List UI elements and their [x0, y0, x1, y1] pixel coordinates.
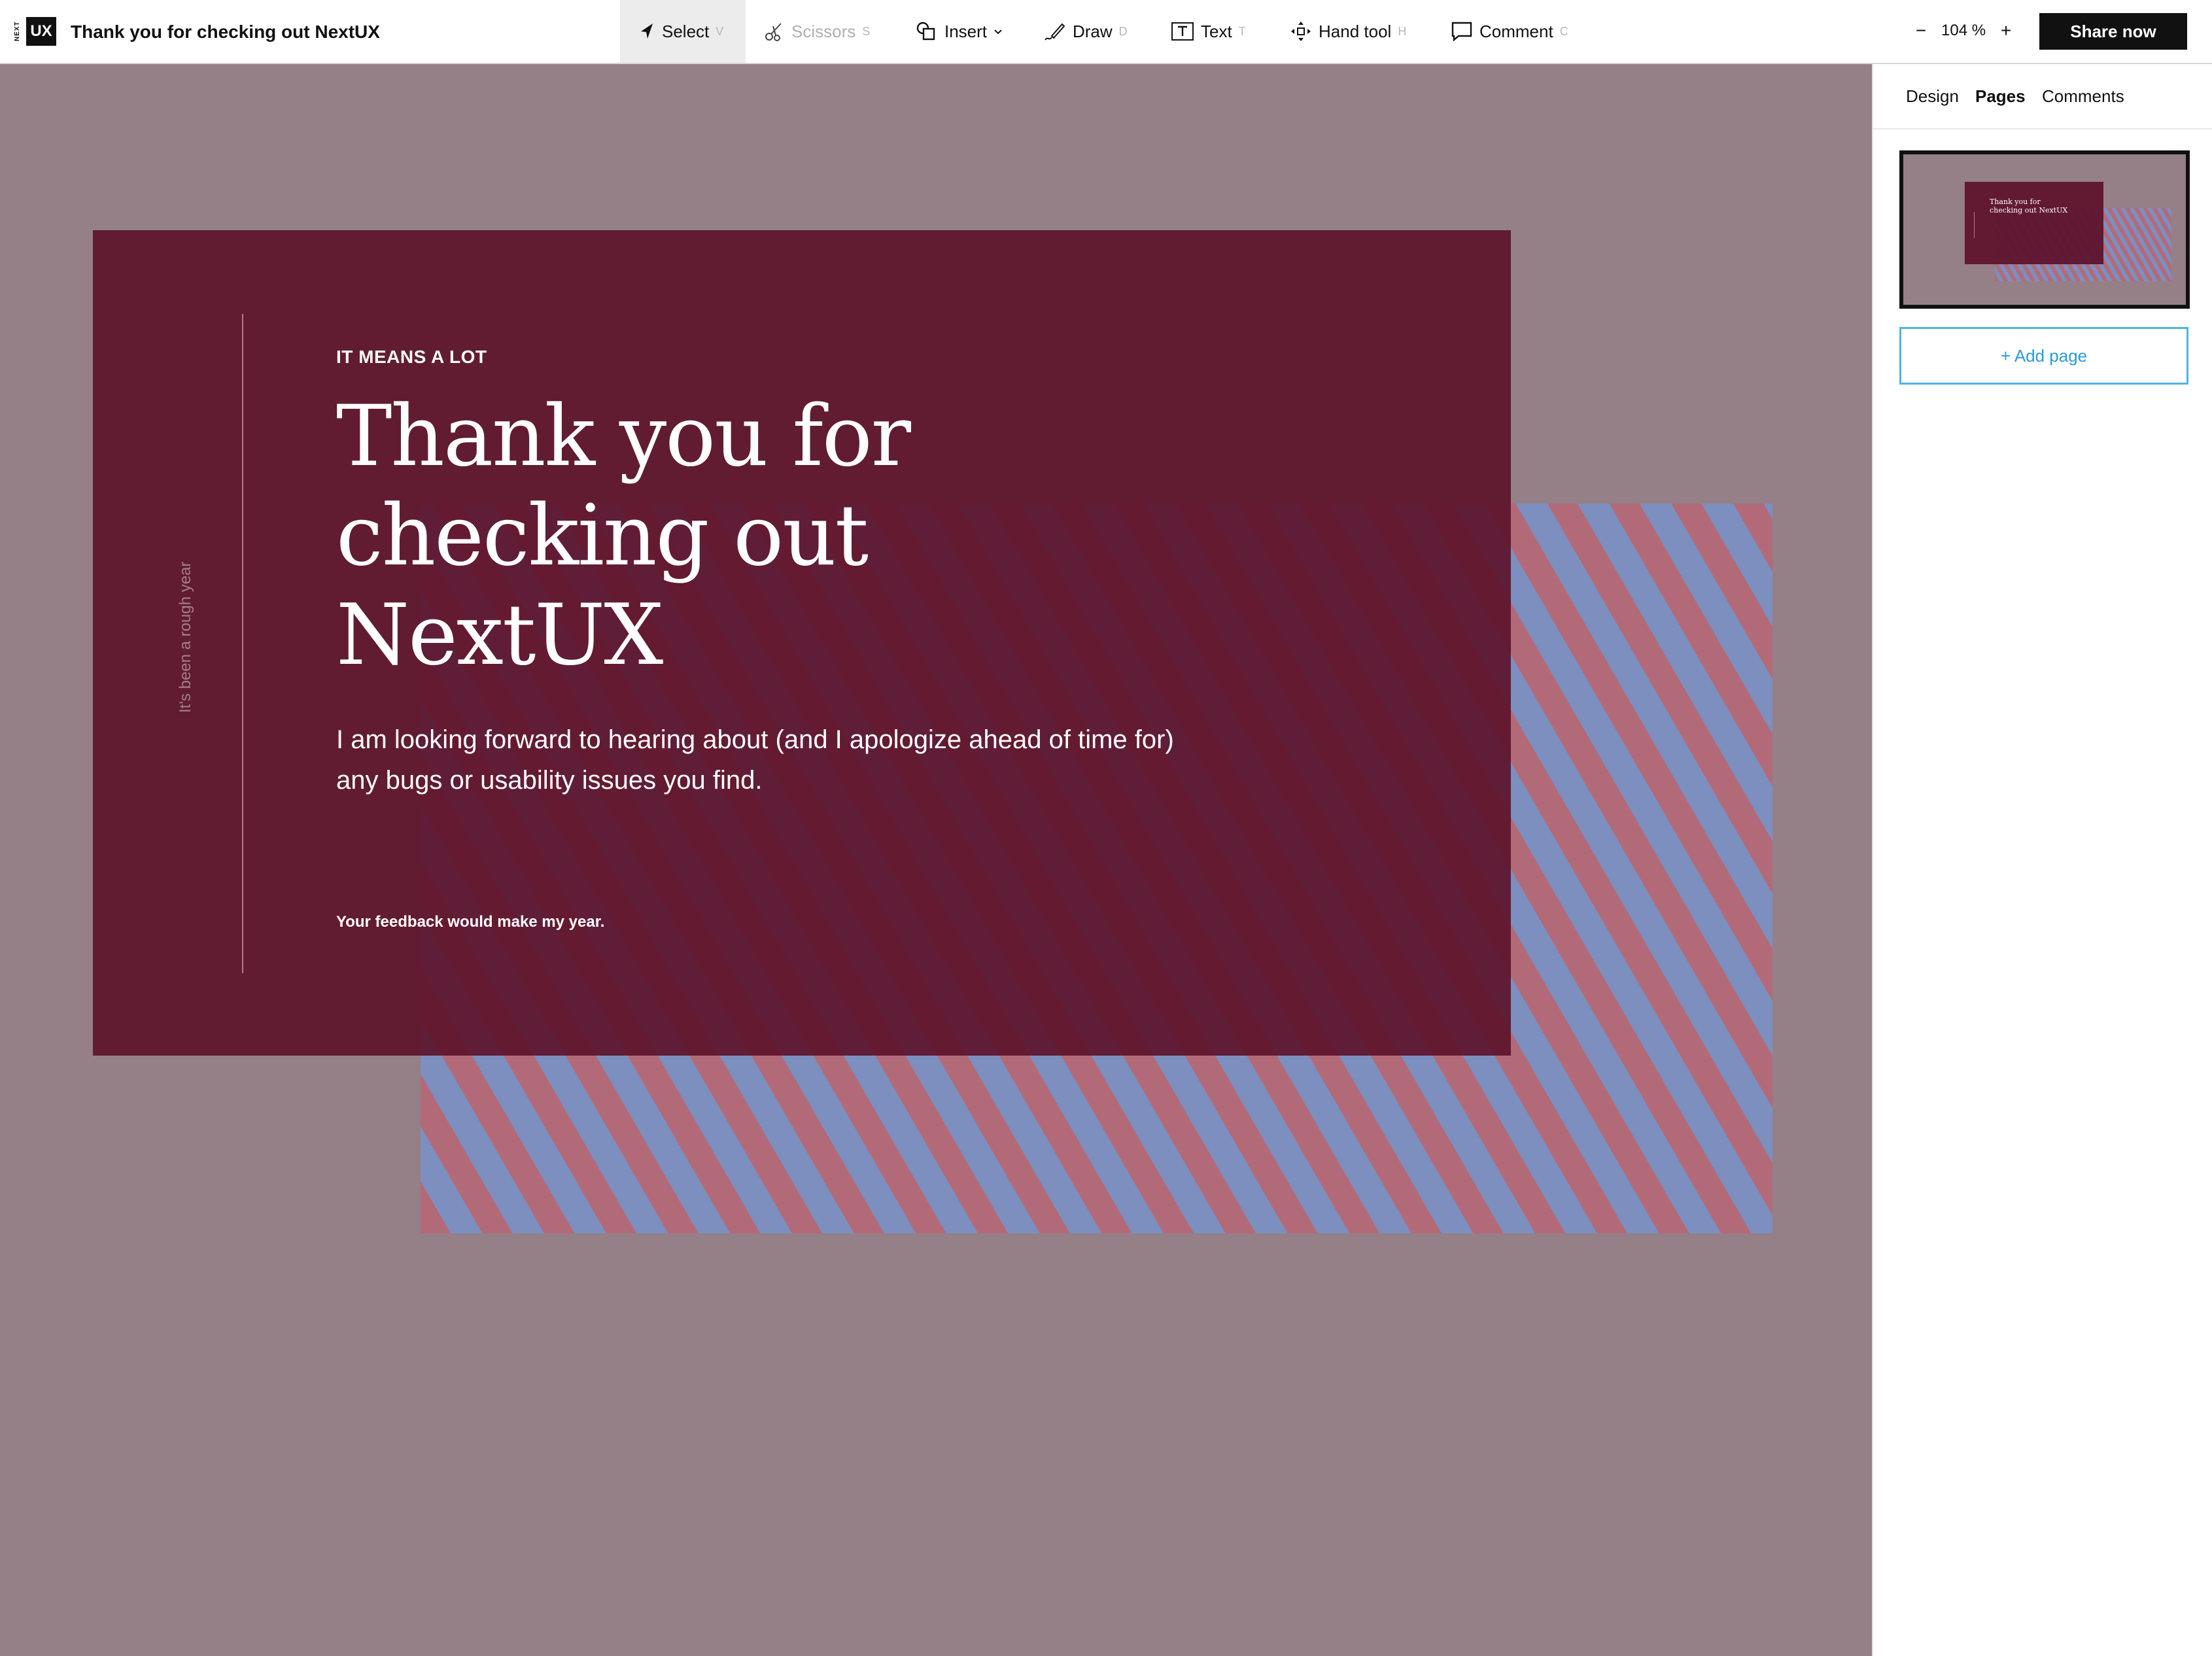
- tool-insert[interactable]: Insert: [916, 0, 1004, 63]
- chevron-down-icon: [994, 29, 1002, 35]
- slide-divider-line: [242, 314, 243, 973]
- share-now-button[interactable]: Share now: [2039, 13, 2187, 50]
- tab-comments[interactable]: Comments: [2042, 86, 2124, 107]
- zoom-control: − 104 % +: [1910, 20, 2017, 42]
- tool-comment[interactable]: Comment C: [1451, 0, 1568, 63]
- body-line: any bugs or usability issues you find.: [336, 766, 763, 795]
- top-toolbar: NEXT UX Thank you for checking out NextU…: [0, 0, 2212, 64]
- tool-select-label: Select: [662, 21, 710, 41]
- slide-body-text: I am looking forward to hearing about (a…: [336, 719, 1291, 801]
- tool-draw[interactable]: Draw D: [1044, 0, 1128, 63]
- page-thumbnail[interactable]: Thank you for checking out NextUX: [1899, 150, 2190, 309]
- tool-scissors-label: Scissors: [791, 21, 856, 41]
- pencil-icon: [1045, 23, 1065, 41]
- body-line: I am looking forward to hearing about (a…: [336, 725, 1174, 754]
- panel-tabs: Design Pages Comments: [1873, 64, 2212, 129]
- tool-comment-shortcut: C: [1559, 24, 1568, 38]
- logo-ux-text: UX: [26, 17, 56, 46]
- zoom-level[interactable]: 104 %: [1941, 22, 1986, 40]
- tab-pages[interactable]: Pages: [1975, 86, 2026, 107]
- thumbnail-slide: Thank you for checking out NextUX: [1965, 182, 2103, 264]
- tab-design[interactable]: Design: [1906, 86, 1959, 107]
- headline-line: checking out: [336, 487, 869, 585]
- cursor-icon: [641, 24, 653, 39]
- slide-side-text: It's been a rough year: [177, 561, 194, 713]
- add-page-button[interactable]: + Add page: [1899, 327, 2188, 385]
- tool-hand[interactable]: Hand tool H: [1290, 0, 1406, 63]
- tool-text-label: Text: [1201, 21, 1232, 41]
- slide-card[interactable]: It's been a rough year IT MEANS A LOT Th…: [93, 230, 1511, 1056]
- logo-next-text: NEXT: [14, 21, 21, 42]
- zoom-out-button[interactable]: −: [1910, 20, 1932, 42]
- tool-hand-label: Hand tool: [1319, 21, 1392, 41]
- slide-eyebrow: IT MEANS A LOT: [336, 347, 487, 367]
- tool-select-shortcut: V: [716, 24, 724, 38]
- scissors-icon: [765, 23, 782, 41]
- tool-text[interactable]: Text T: [1171, 0, 1246, 63]
- design-canvas[interactable]: It's been a rough year IT MEANS A LOT Th…: [0, 64, 1872, 1656]
- zoom-in-button[interactable]: +: [1995, 20, 2017, 42]
- headline-line: Thank you for: [336, 388, 911, 485]
- tool-text-shortcut: T: [1238, 24, 1246, 38]
- tool-comment-label: Comment: [1479, 21, 1553, 41]
- tool-draw-label: Draw: [1073, 21, 1113, 41]
- right-panel: Design Pages Comments Thank you for chec…: [1872, 64, 2212, 1656]
- document-title[interactable]: Thank you for checking out NextUX: [71, 20, 380, 44]
- headline-line: NextUX: [336, 587, 663, 684]
- thumbnail-headline: Thank you for checking out NextUX: [1990, 198, 2068, 215]
- tool-scissors-shortcut: S: [862, 24, 871, 38]
- shape-icon: [916, 22, 935, 41]
- nextux-logo[interactable]: NEXT UX: [14, 17, 56, 46]
- hand-move-icon: [1291, 22, 1311, 41]
- slide-footnote: Your feedback would make my year.: [336, 913, 605, 931]
- tool-scissors[interactable]: Scissors S: [764, 0, 870, 63]
- comment-icon: [1451, 22, 1472, 42]
- thumbnail-divider: [1974, 212, 1975, 238]
- slide-headline: Thank you for checking out NextUX: [336, 387, 1121, 685]
- tool-select[interactable]: Select V: [620, 0, 746, 63]
- tool-insert-label: Insert: [944, 21, 988, 41]
- tool-hand-shortcut: H: [1398, 24, 1407, 38]
- text-box-icon: [1171, 22, 1194, 41]
- tool-draw-shortcut: D: [1118, 24, 1128, 38]
